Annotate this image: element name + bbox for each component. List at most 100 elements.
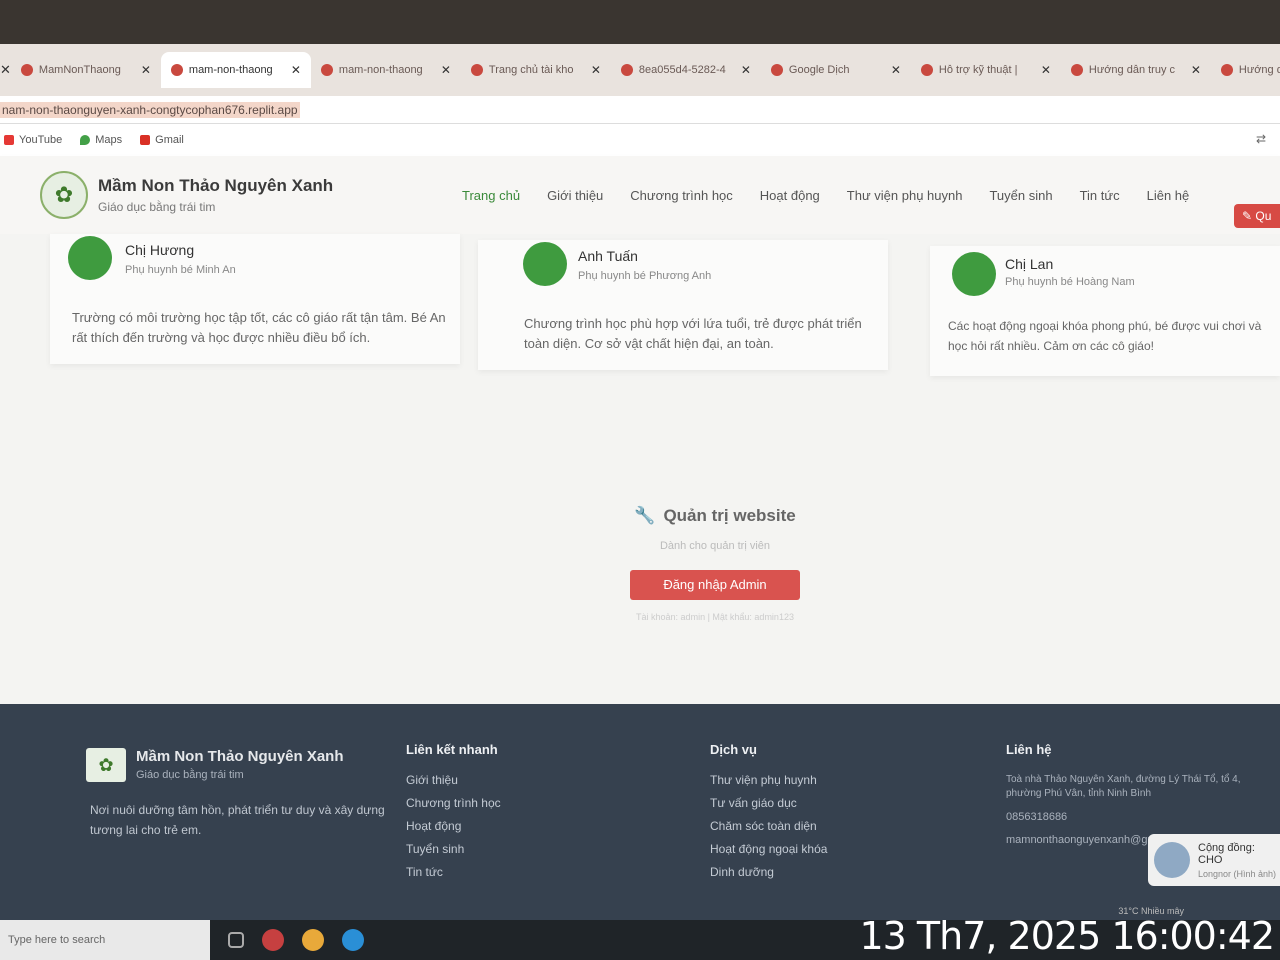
footer-address: Toà nhà Thảo Nguyên Xanh, đường Lý Thái …	[1006, 774, 1241, 799]
footer-brand-name: Mầm Non Thảo Nguyên Xanh	[136, 748, 344, 765]
testimonial-card: Chị Lan Phụ huynh bé Hoàng Nam Các hoạt …	[930, 246, 1280, 376]
nav-item-hoat-dong[interactable]: Hoạt động	[760, 188, 820, 203]
footer-link[interactable]: Hoạt động	[406, 819, 501, 833]
nav-item-tuyen-sinh[interactable]: Tuyển sinh	[989, 188, 1052, 203]
footer-phone[interactable]: 0856318686	[1006, 810, 1246, 824]
admin-credentials-hint: Tài khoản: admin | Mật khẩu: admin123	[636, 612, 794, 622]
browser-tab[interactable]: 8ea055d4-5282-4 ✕	[611, 52, 761, 88]
site-footer: ✿ Mầm Non Thảo Nguyên Xanh Giáo dục bằng…	[0, 704, 1280, 920]
footer-heading: Liên kết nhanh	[406, 742, 498, 757]
close-tab-icon[interactable]: ✕	[891, 63, 901, 77]
testimonial-quote: Trường có môi trường học tập tốt, các cô…	[72, 310, 446, 345]
gmail-icon	[140, 135, 151, 145]
taskbar-search-input[interactable]: Type here to search	[0, 920, 210, 960]
footer-link[interactable]: Chăm sóc toàn diện	[710, 819, 827, 833]
testimonial-name: Anh Tuấn	[578, 248, 638, 264]
admin-cta-button[interactable]: ✎ Qu	[1234, 204, 1280, 228]
url-text[interactable]: nam-non-thaonguyen-xanh-congtycophan676.…	[0, 101, 300, 118]
youtube-icon	[4, 135, 14, 145]
footer-description: Nơi nuôi dưỡng tâm hồn, phát triển tư du…	[90, 803, 385, 837]
close-tab-icon[interactable]: ✕	[1191, 63, 1201, 77]
admin-panel: 🔧 Quản trị website Dành cho quản trị viê…	[560, 506, 870, 622]
community-icon	[1154, 842, 1190, 878]
tab-title: Trang chủ tài kho	[488, 64, 574, 76]
footer-link[interactable]: Tư vấn giáo dục	[710, 796, 827, 810]
footer-link[interactable]: Hoạt động ngoại khóa	[710, 842, 827, 856]
close-icon[interactable]: ✕	[0, 62, 11, 78]
close-tab-icon[interactable]: ✕	[291, 63, 301, 77]
close-tab-icon[interactable]: ✕	[1041, 63, 1051, 77]
notification-toast[interactable]: Cộng đồng: CHO Longnor (Hình ảnh)	[1148, 834, 1280, 886]
brand[interactable]: ✿ Mầm Non Thảo Nguyên Xanh Giáo dục bằng…	[40, 171, 440, 219]
footer-quick-links: Liên kết nhanh Giới thiệu Chương trình h…	[406, 742, 501, 888]
close-tab-icon[interactable]: ✕	[141, 63, 151, 77]
footer-heading: Dịch vụ	[710, 742, 757, 757]
browser-tab[interactable]: Trang chủ tài kho ✕	[461, 52, 611, 88]
chrome-icon[interactable]	[302, 929, 324, 951]
nav-item-tin-tuc[interactable]: Tin tức	[1080, 188, 1120, 203]
avatar	[952, 252, 996, 296]
close-tab-icon[interactable]: ✕	[741, 63, 751, 77]
browser-tab[interactable]: Hỗ trợ kỹ thuật | ✕	[911, 52, 1061, 88]
tab-title: MamNonThaong	[38, 64, 121, 76]
footer-tagline: Giáo dục bằng trái tim	[136, 769, 244, 781]
browser-tab-bar: ✕ MamNonThaong ✕ mam-non-thaong ✕ mam-non-th…	[0, 44, 1280, 96]
tab-title: 8ea055d4-5282-4	[638, 64, 726, 76]
nav-item-trang-chu[interactable]: Trang chủ	[462, 188, 520, 203]
browser-tab[interactable]: mam-non-thaong ✕	[160, 52, 311, 88]
bookmark-label: YouTube	[19, 134, 63, 146]
footer-link[interactable]: Tin tức	[406, 865, 501, 879]
browser-tab[interactable]: mam-non-thaong ✕	[311, 52, 461, 88]
tab-title: Hỗ trợ kỹ thuật |	[938, 64, 1018, 76]
testimonial-card: Anh Tuấn Phụ huynh bé Phương Anh Chương …	[478, 240, 888, 370]
brand-tagline: Giáo dục bằng trái tim	[98, 200, 216, 214]
footer-link[interactable]: Tuyển sinh	[406, 842, 501, 856]
footer-services: Dịch vụ Thư viện phụ huynh Tư vấn giáo d…	[710, 742, 827, 888]
bookmark-label: Gmail	[155, 134, 184, 146]
cta-label: Qu	[1255, 209, 1272, 223]
footer-link[interactable]: Thư viện phụ huynh	[710, 773, 827, 787]
bookmark-maps[interactable]: Maps	[80, 134, 122, 146]
footer-link[interactable]: Dinh dưỡng	[710, 865, 827, 879]
close-tab-icon[interactable]: ✕	[591, 63, 601, 77]
tab-favicon-icon	[770, 64, 783, 76]
nav-item-gioi-thieu[interactable]: Giới thiệu	[547, 188, 603, 203]
nav-item-lien-he[interactable]: Liên hệ	[1147, 188, 1190, 203]
bookmark-youtube[interactable]: YouTube	[4, 134, 62, 146]
close-tab-icon[interactable]: ✕	[441, 63, 451, 77]
tab-favicon-icon	[920, 64, 933, 76]
app-icon[interactable]	[262, 929, 284, 951]
address-bar[interactable]: nam-non-thaonguyen-xanh-congtycophan676.…	[0, 96, 1280, 124]
translate-icon[interactable]: ⇄	[1256, 132, 1266, 146]
tab-title: Hướng dẫn truy c	[1088, 64, 1176, 76]
pencil-icon: ✎	[1242, 209, 1256, 223]
admin-subtitle: Dành cho quản trị viên	[659, 540, 771, 552]
footer-link[interactable]: Giới thiệu	[406, 773, 501, 787]
tab-title: mam-non-thaong	[338, 64, 423, 76]
task-view-icon[interactable]	[228, 932, 244, 948]
avatar	[68, 236, 112, 280]
admin-login-button[interactable]: Đăng nhập Admin	[630, 570, 800, 600]
footer-link[interactable]: Chương trình học	[406, 796, 501, 810]
admin-title: 🔧 Quản trị website	[560, 506, 870, 526]
tab-title: mam-non-thaong	[188, 64, 273, 76]
main-content: Chị Hương Phụ huynh bé Minh An Trường có…	[0, 234, 1280, 704]
brand-name: Mầm Non Thảo Nguyên Xanh	[98, 176, 334, 195]
bookmarks-bar: YouTube Maps Gmail ⇄	[0, 124, 1280, 156]
browser-tab[interactable]: Hướng dẫn truy c ✕	[1061, 52, 1211, 88]
browser-tab[interactable]: MamNonThaong ✕	[11, 52, 161, 88]
nav-item-thu-vien-phu-huynh[interactable]: Thư viện phụ huynh	[847, 188, 963, 203]
bookmark-gmail[interactable]: Gmail	[140, 134, 184, 146]
tab-favicon-icon	[320, 64, 333, 76]
nav-item-chuong-trinh-hoc[interactable]: Chương trình học	[630, 188, 733, 203]
tab-title: Google Dịch	[788, 64, 850, 76]
main-nav: Trang chủ Giới thiệu Chương trình học Ho…	[462, 188, 1189, 203]
maps-icon	[80, 135, 91, 145]
edge-icon[interactable]	[342, 929, 364, 951]
tab-favicon-icon	[20, 64, 33, 76]
toast-title: Cộng đồng: CHO	[1198, 841, 1255, 866]
browser-tab[interactable]: Hướng dẫn c✕	[1211, 52, 1280, 88]
site-header: ✿ Mầm Non Thảo Nguyên Xanh Giáo dục bằng…	[0, 156, 1280, 234]
browser-tab[interactable]: Google Dịch ✕	[761, 52, 911, 88]
tab-favicon-icon	[170, 64, 183, 76]
